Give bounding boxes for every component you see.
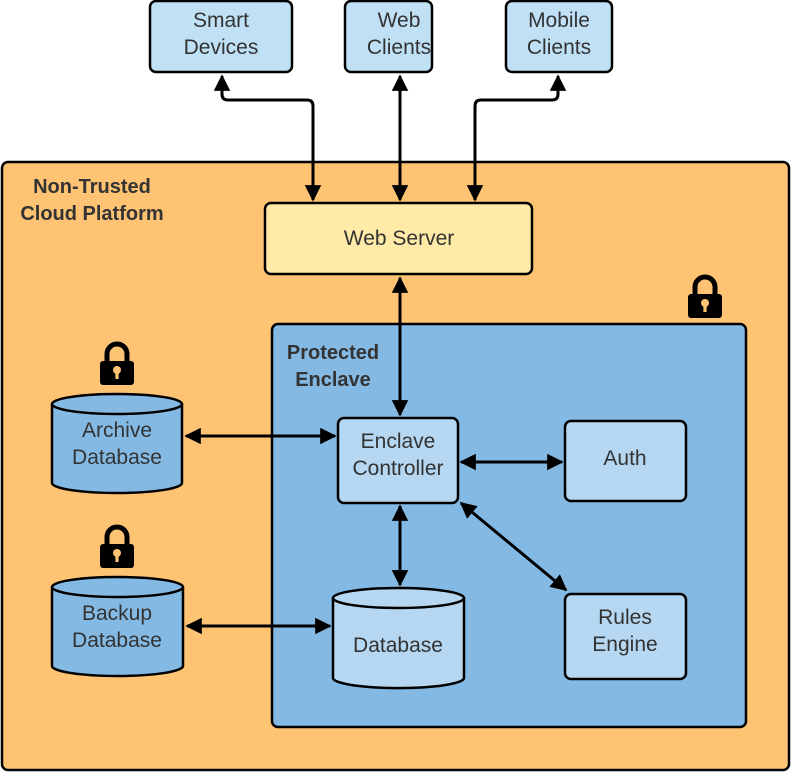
backup-label: Backup [82, 602, 152, 625]
archive-label: Database [72, 446, 162, 469]
auth: Auth [563, 419, 688, 503]
backup-database: Backup Database [50, 575, 185, 678]
controller-label: Controller [352, 457, 443, 480]
auth-label: Auth [603, 447, 646, 470]
client-label: Clients [527, 36, 591, 59]
rules-engine: Rules Engine [563, 592, 688, 681]
client-label: Smart [193, 9, 249, 32]
controller-label: Enclave [361, 430, 436, 453]
client-smart-devices: Smart Devices [148, 0, 294, 74]
client-label: Web [378, 9, 421, 32]
backup-label: Database [72, 629, 162, 652]
enclave-title-line1: Protected [287, 342, 379, 364]
client-web-clients: Web Clients [343, 0, 434, 74]
enclave-controller: Enclave Controller [336, 416, 460, 505]
architecture-diagram: Non-Trusted Cloud Platform Smart Devices… [0, 0, 800, 777]
database-label: Database [353, 634, 443, 657]
diagram-canvas: Non-Trusted Cloud Platform Smart Devices… [0, 0, 791, 772]
archive-label: Archive [82, 419, 152, 442]
platform-title-line2: Cloud Platform [20, 203, 163, 225]
client-label: Clients [367, 36, 431, 59]
rules-label: Engine [592, 633, 657, 656]
web-server-label: Web Server [344, 227, 455, 250]
client-label: Devices [184, 36, 259, 59]
client-label: Mobile [528, 9, 590, 32]
rules-label: Rules [598, 606, 652, 629]
database: Database [331, 586, 466, 690]
platform-title-line1: Non-Trusted [33, 176, 151, 198]
archive-database: Archive Database [50, 392, 184, 495]
web-server: Web Server [263, 201, 534, 276]
enclave-title-line2: Enclave [295, 369, 371, 391]
client-mobile-clients: Mobile Clients [504, 0, 614, 74]
